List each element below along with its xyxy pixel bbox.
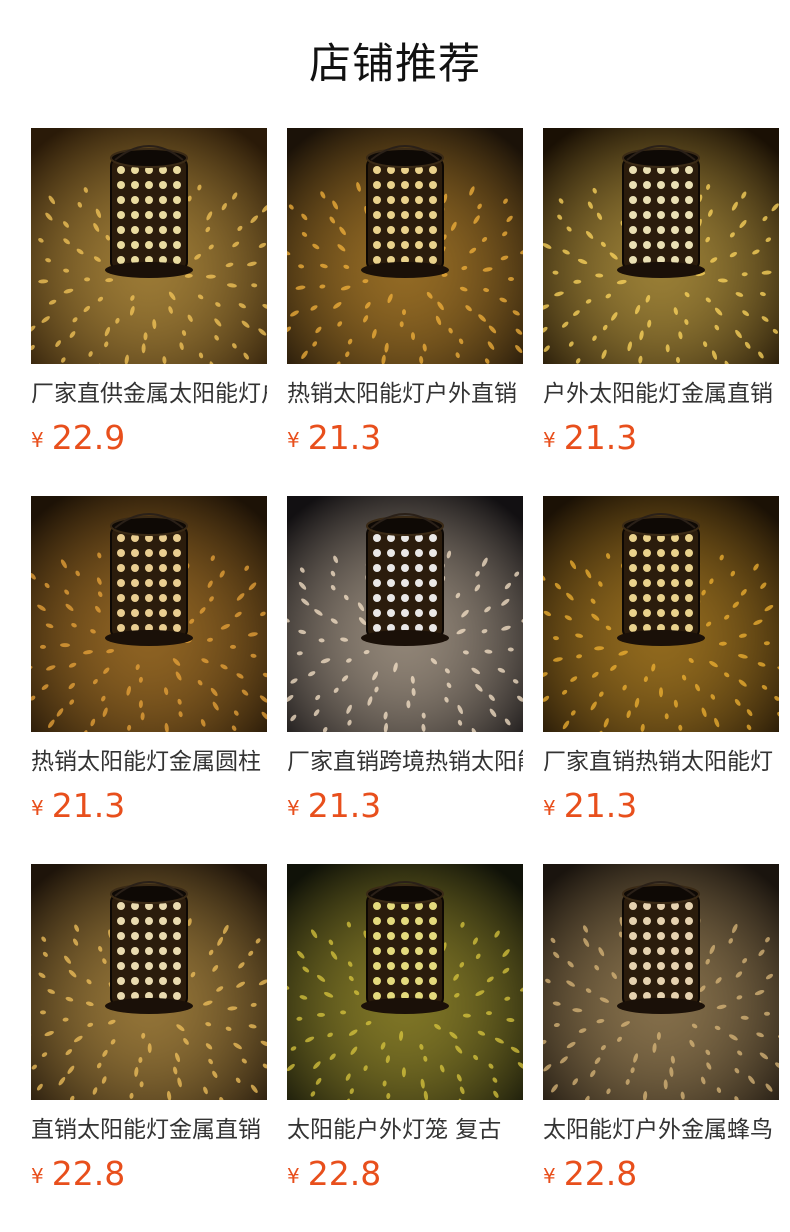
product-card[interactable]: 太阳能户外灯笼 复古 ¥22.8 xyxy=(287,864,523,1232)
product-name[interactable]: 户外太阳能灯金属直销 xyxy=(543,378,779,410)
solar-lantern-butterfly-dots-image xyxy=(287,496,523,732)
product-image[interactable] xyxy=(31,864,267,1100)
product-name[interactable]: 厂家直销热销太阳能灯 xyxy=(543,746,779,778)
currency-symbol: ¥ xyxy=(543,428,556,452)
product-card[interactable]: 太阳能灯户外金属蜂鸟 ¥22.8 xyxy=(543,864,779,1232)
product-card[interactable]: 厂家直销跨境热销太阳能 ¥21.3 xyxy=(287,496,523,864)
product-name[interactable]: 热销太阳能灯户外直销 xyxy=(287,378,523,410)
price-amount: 22.8 xyxy=(307,1154,382,1193)
product-price: ¥22.8 xyxy=(287,1152,381,1196)
solar-lantern-hummingbird-image xyxy=(31,864,267,1100)
price-amount: 22.8 xyxy=(563,1154,638,1193)
product-image[interactable] xyxy=(31,496,267,732)
solar-lantern-mandala-image xyxy=(287,128,523,364)
product-price: ¥21.3 xyxy=(287,784,381,828)
solar-lantern-butterfly-image xyxy=(543,128,779,364)
product-image[interactable] xyxy=(543,128,779,364)
price-amount: 22.8 xyxy=(51,1154,126,1193)
product-name[interactable]: 热销太阳能灯金属圆柱 xyxy=(31,746,267,778)
product-card[interactable]: 直销太阳能灯金属直销 ¥22.8 xyxy=(31,864,267,1232)
product-price: ¥21.3 xyxy=(543,416,637,460)
currency-symbol: ¥ xyxy=(31,796,44,820)
product-image[interactable] xyxy=(543,864,779,1100)
product-grid: 厂家直供金属太阳能灯户外 ¥22.9 热销太阳能灯户外直销 ¥21.3 户外太阳… xyxy=(31,128,779,1232)
price-amount: 21.3 xyxy=(563,418,638,457)
currency-symbol: ¥ xyxy=(287,428,300,452)
currency-symbol: ¥ xyxy=(31,1164,44,1188)
currency-symbol: ¥ xyxy=(287,796,300,820)
product-price: ¥22.8 xyxy=(543,1152,637,1196)
product-card[interactable]: 户外太阳能灯金属直销 ¥21.3 xyxy=(543,128,779,496)
product-name[interactable]: 直销太阳能灯金属直销 xyxy=(31,1114,267,1146)
product-name[interactable]: 太阳能灯户外金属蜂鸟 xyxy=(543,1114,779,1146)
product-price: ¥22.8 xyxy=(31,1152,125,1196)
solar-lantern-butterfly-pot-image xyxy=(31,496,267,732)
product-price: ¥21.3 xyxy=(287,416,381,460)
product-card[interactable]: 热销太阳能灯金属圆柱 ¥21.3 xyxy=(31,496,267,864)
product-image[interactable] xyxy=(287,864,523,1100)
price-amount: 22.9 xyxy=(51,418,126,457)
price-amount: 21.3 xyxy=(307,418,382,457)
solar-lantern-leaf-image xyxy=(543,496,779,732)
product-price: ¥21.3 xyxy=(543,784,637,828)
product-card[interactable]: 厂家直供金属太阳能灯户外 ¥22.9 xyxy=(31,128,267,496)
price-amount: 21.3 xyxy=(307,786,382,825)
product-price: ¥22.9 xyxy=(31,416,125,460)
page-title: 店铺推荐 xyxy=(308,39,481,88)
product-price: ¥21.3 xyxy=(31,784,125,828)
product-name[interactable]: 太阳能户外灯笼 复古 xyxy=(287,1114,523,1146)
currency-symbol: ¥ xyxy=(543,796,556,820)
product-name[interactable]: 厂家直供金属太阳能灯户外 xyxy=(31,378,267,410)
product-image[interactable] xyxy=(287,496,523,732)
product-image[interactable] xyxy=(287,128,523,364)
product-card[interactable]: 厂家直销热销太阳能灯 ¥21.3 xyxy=(543,496,779,864)
currency-symbol: ¥ xyxy=(31,428,44,452)
product-image[interactable] xyxy=(543,496,779,732)
product-card[interactable]: 热销太阳能灯户外直销 ¥21.3 xyxy=(287,128,523,496)
solar-lantern-bird-image xyxy=(543,864,779,1100)
product-image[interactable] xyxy=(31,128,267,364)
currency-symbol: ¥ xyxy=(543,1164,556,1188)
price-amount: 21.3 xyxy=(51,786,126,825)
solar-lantern-flower-image xyxy=(31,128,267,364)
currency-symbol: ¥ xyxy=(287,1164,300,1188)
price-amount: 21.3 xyxy=(563,786,638,825)
solar-lantern-sunflower-image xyxy=(287,864,523,1100)
product-name[interactable]: 厂家直销跨境热销太阳能 xyxy=(287,746,523,778)
